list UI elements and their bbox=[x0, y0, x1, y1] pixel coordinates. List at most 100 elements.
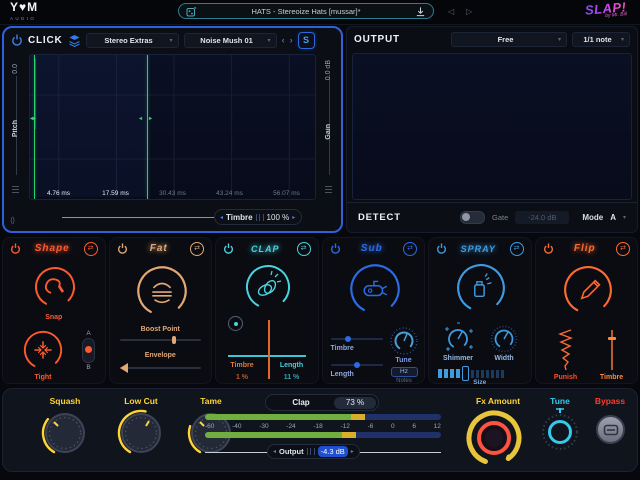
spray-knob[interactable] bbox=[454, 261, 508, 315]
end-cursor-handle-right-icon[interactable]: ▸ bbox=[149, 115, 152, 122]
timbre-inc-icon[interactable]: ▸ bbox=[292, 214, 295, 221]
punish-control[interactable] bbox=[558, 328, 574, 372]
shape-power-button[interactable] bbox=[10, 243, 21, 254]
click-preset-prev-button[interactable]: ‹ bbox=[282, 35, 285, 45]
click-power-button[interactable] bbox=[11, 34, 23, 46]
bypass-button[interactable] bbox=[596, 415, 625, 444]
title-bar: Y♥M AUDIO HATS - Stereoize Hats [mussar]… bbox=[0, 0, 640, 25]
flip-ab-swap-icon[interactable]: ⇄ bbox=[616, 242, 630, 256]
sub-tune-knob[interactable] bbox=[389, 326, 419, 356]
low-cut-knob[interactable] bbox=[117, 409, 165, 457]
yum-audio-logo: Y♥M AUDIO bbox=[10, 2, 38, 24]
flip-knob[interactable] bbox=[561, 263, 615, 317]
hz-notes-toggle[interactable]: Hz Notes bbox=[391, 367, 418, 384]
ab-switch[interactable]: A B bbox=[82, 330, 96, 371]
layers-icon[interactable] bbox=[68, 34, 81, 47]
clap-xy-hline[interactable] bbox=[228, 355, 306, 357]
snap-knob[interactable] bbox=[32, 264, 78, 310]
sub-power-button[interactable] bbox=[330, 243, 341, 254]
clap-power-button[interactable] bbox=[223, 243, 234, 254]
output-inc-icon[interactable]: ▸ bbox=[351, 448, 354, 455]
sub-length-slider[interactable] bbox=[331, 364, 383, 366]
sub-length-handle[interactable] bbox=[354, 362, 360, 368]
save-download-icon[interactable] bbox=[415, 6, 426, 17]
hz-option[interactable]: Hz bbox=[391, 367, 418, 377]
shape-ab-swap-icon[interactable]: ⇄ bbox=[84, 242, 98, 256]
notes-option[interactable]: Notes bbox=[391, 378, 418, 384]
timbre-slider-track[interactable] bbox=[62, 217, 214, 218]
resize-handle-icon[interactable]: ⟨⟩ bbox=[10, 216, 14, 225]
sub-knob[interactable] bbox=[347, 261, 403, 317]
tune-knob[interactable] bbox=[539, 406, 581, 452]
output-fader[interactable]: ◂ Output -4.3 dB ▸ bbox=[205, 444, 441, 460]
envelope-slider[interactable] bbox=[120, 367, 202, 369]
sub-timbre-slider[interactable] bbox=[331, 338, 383, 340]
clap-xy-vline[interactable] bbox=[268, 320, 270, 379]
meter-scale-tick: -18 bbox=[313, 423, 322, 430]
spray-power-button[interactable] bbox=[436, 243, 447, 254]
flip-timbre-handle[interactable] bbox=[608, 337, 616, 340]
gate-value[interactable]: -24.0 dB bbox=[515, 211, 569, 224]
width-knob[interactable] bbox=[488, 322, 520, 354]
boost-point-handle[interactable] bbox=[172, 336, 176, 344]
meter-left bbox=[205, 414, 441, 420]
solo-button[interactable]: S bbox=[298, 32, 315, 49]
randomize-icon[interactable] bbox=[186, 6, 197, 17]
gain-slider[interactable]: 0.0 dB Gain bbox=[320, 58, 338, 195]
fx-amount-knob[interactable] bbox=[465, 409, 523, 467]
preset-prev-button[interactable]: ◁ bbox=[448, 7, 454, 17]
pitch-grip-icon[interactable] bbox=[12, 186, 19, 193]
bypass-icon bbox=[603, 424, 619, 436]
squash-knob[interactable] bbox=[41, 409, 89, 457]
wave-start-cursor[interactable] bbox=[34, 55, 35, 199]
chevron-down-icon: ▾ bbox=[268, 37, 271, 44]
preset-next-button[interactable]: ▷ bbox=[466, 7, 472, 17]
sub-timbre-handle[interactable] bbox=[345, 336, 351, 342]
preset-browser[interactable]: HATS - Stereoize Hats [mussar]* bbox=[178, 3, 434, 19]
pitch-slider[interactable]: 0.0 Pitch bbox=[7, 58, 25, 195]
preset-title[interactable]: HATS - Stereoize Hats [mussar]* bbox=[203, 7, 409, 16]
clap-target-button[interactable] bbox=[228, 316, 243, 331]
timbre-control[interactable]: ◂ Timbre 100 % ▸ bbox=[214, 209, 302, 225]
click-preset-dropdown[interactable]: Noise Mush 01 ▾ bbox=[184, 33, 277, 48]
sub-ab-swap-icon[interactable]: ⇄ bbox=[403, 242, 417, 256]
clap-knob[interactable] bbox=[242, 261, 294, 313]
timbre-label: Timbre bbox=[226, 213, 253, 222]
clap-ab-swap-icon[interactable]: ⇄ bbox=[297, 242, 311, 256]
fat-power-button[interactable] bbox=[117, 243, 128, 254]
ab-switch-knob[interactable] bbox=[85, 346, 92, 353]
shimmer-knob[interactable] bbox=[442, 322, 474, 354]
click-waveform-display[interactable]: ◂▸ ◂ ▸ 4.76 ms17.59 ms30.43 ms43.24 ms56… bbox=[29, 54, 316, 200]
fx-amount-label: Fx Amount bbox=[453, 396, 543, 406]
gain-value: 0.0 dB bbox=[325, 60, 332, 80]
timbre-dec-icon[interactable]: ◂ bbox=[220, 214, 223, 221]
fat-ab-swap-icon[interactable]: ⇄ bbox=[190, 242, 204, 256]
boost-point-slider[interactable] bbox=[120, 339, 202, 341]
channel-value[interactable]: 73 % bbox=[334, 397, 376, 409]
flip-timbre-slider[interactable] bbox=[611, 330, 613, 370]
spray-ab-swap-icon[interactable]: ⇄ bbox=[510, 242, 524, 256]
click-preset-next-button[interactable]: › bbox=[290, 35, 293, 45]
timbre-grip-icon[interactable] bbox=[256, 214, 264, 221]
output-dec-icon[interactable]: ◂ bbox=[273, 448, 276, 455]
wave-end-cursor[interactable] bbox=[147, 55, 148, 199]
chevron-down-icon[interactable]: ▾ bbox=[623, 214, 626, 221]
start-cursor-handle-icon[interactable]: ◂▸ bbox=[30, 115, 36, 122]
time-tick: 4.76 ms bbox=[30, 190, 87, 197]
module-clap: CLAP ⇄ Timbre Length 1 % 11 % bbox=[215, 237, 319, 384]
gate-toggle[interactable] bbox=[460, 211, 485, 224]
end-cursor-handle-left-icon[interactable]: ◂ bbox=[139, 115, 142, 122]
output-grip-icon[interactable] bbox=[307, 448, 315, 455]
output-fader-pill[interactable]: ◂ Output -4.3 dB ▸ bbox=[267, 444, 360, 459]
tight-knob[interactable] bbox=[21, 328, 65, 372]
bank-dropdown[interactable]: Stereo Extras ▾ bbox=[86, 33, 179, 48]
mode-value[interactable]: A bbox=[610, 213, 616, 222]
rate-dropdown[interactable]: Free ▾ bbox=[451, 32, 567, 47]
note-dropdown[interactable]: 1/1 note ▾ bbox=[572, 32, 630, 47]
channel-amount-control[interactable]: Clap 73 % bbox=[265, 394, 379, 411]
flip-power-button[interactable] bbox=[543, 243, 554, 254]
envelope-handle-icon[interactable] bbox=[120, 363, 128, 373]
timbre-value: 100 % bbox=[267, 213, 290, 222]
fat-knob[interactable] bbox=[134, 263, 190, 319]
gain-grip-icon[interactable] bbox=[325, 186, 332, 193]
